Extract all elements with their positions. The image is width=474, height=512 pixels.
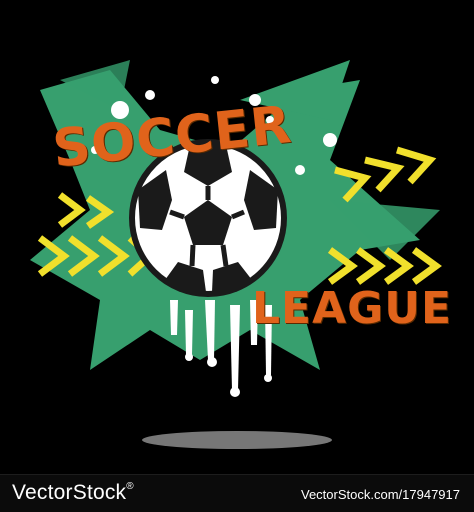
poster-artwork [30,60,442,449]
floor-glow [142,431,332,449]
registered-mark: ® [126,481,134,492]
chevron-arrow-icon [355,247,386,285]
brand-name: VectorStock [12,481,127,504]
chevron-arrow-icon [57,192,86,228]
footer-bar: VectorStock® VectorStock.com/17947917 [0,474,474,512]
chevron-arrow-icon [364,156,405,193]
vectorstock-logo: VectorStock® [12,481,134,505]
image-reference: VectorStock.com/17947917 [301,487,460,502]
title-league: LEAGUE [252,283,453,334]
chevron-arrow-icon [383,247,414,285]
poster-canvas: SOCCER LEAGUE VectorStock® VectorStock.c… [0,0,474,512]
chevron-arrow-icon [411,247,442,285]
